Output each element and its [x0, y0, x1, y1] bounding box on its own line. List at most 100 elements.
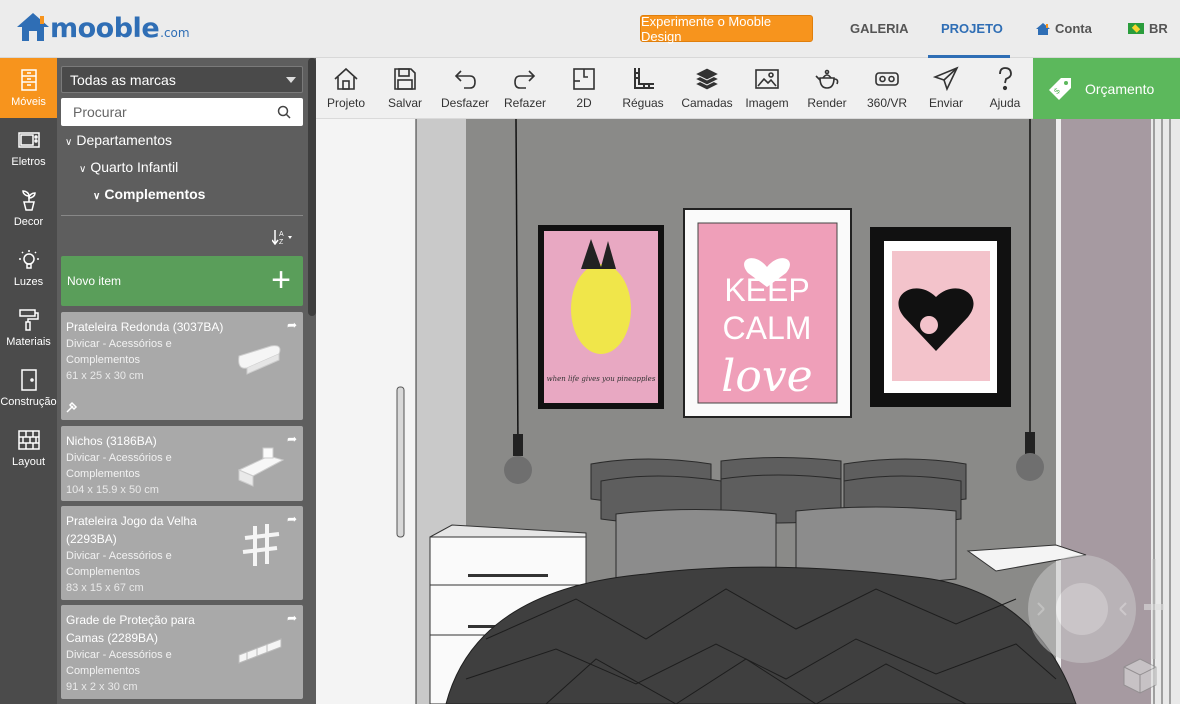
tool-camadas[interactable]: Camadas — [677, 66, 737, 110]
tree-item-quarto-infantil[interactable]: ∨ Quarto Infantil — [79, 159, 178, 175]
tool-label: Camadas — [681, 96, 733, 110]
tool-label: 360/VR — [866, 96, 908, 110]
redo-icon — [514, 70, 536, 89]
tool-label: Ajuda — [989, 96, 1021, 110]
category-decor[interactable]: Decor — [0, 178, 57, 238]
poster-calm: CALM — [723, 310, 812, 346]
try-mooble-design-button[interactable]: Experimente o Mooble Design — [640, 14, 813, 44]
category-label: Materiais — [6, 336, 51, 348]
category-construcao[interactable]: Construção — [0, 358, 57, 418]
tool-salvar[interactable]: Salvar — [375, 66, 435, 110]
nav-galeria[interactable]: GALERIA — [850, 21, 909, 36]
tool-label: Projeto — [326, 96, 366, 110]
nav-conta[interactable]: Conta — [1035, 21, 1092, 36]
camera-joystick[interactable] — [1028, 555, 1136, 663]
tree-item-complementos[interactable]: ∨ Complementos — [93, 186, 205, 202]
language-selector[interactable]: BR — [1128, 21, 1168, 36]
tree-label: Quarto Infantil — [90, 159, 179, 175]
category-label: Construção — [0, 396, 57, 408]
product-dims: 91 x 2 x 30 cm — [66, 681, 138, 693]
tree-label: Complementos — [104, 186, 206, 202]
niches-thumbnail — [237, 447, 285, 487]
sort-az-icon[interactable]: AZ — [271, 229, 296, 248]
main-toolbar: Projeto Salvar Desfazer Refazer 2D Régua… — [316, 58, 1033, 119]
brand-select-value: Todas as marcas — [70, 72, 176, 88]
tool-label: Refazer — [503, 96, 547, 110]
category-label: Decor — [13, 216, 44, 228]
search-placeholder: Procurar — [73, 104, 127, 120]
logo-suffix: .com — [160, 26, 190, 40]
svg-text:Z: Z — [279, 239, 284, 245]
vr-icon — [875, 72, 899, 86]
panel-scrollbar[interactable] — [308, 58, 316, 316]
product-card[interactable]: Prateleira Redonda (3037BA) Divicar - Ac… — [61, 312, 303, 420]
brick-wall-icon — [17, 430, 40, 450]
tree-label: Departamentos — [76, 132, 173, 148]
tool-render[interactable]: Render — [797, 66, 857, 110]
brazil-flag-icon — [1128, 23, 1144, 34]
product-title: Prateleira Jogo da Velha (2293BA) — [66, 514, 197, 546]
tree-item-departamentos[interactable]: ∨ Departamentos — [65, 132, 172, 148]
room-render: when life gives you pineapples KEEP CALM… — [316, 119, 1180, 704]
category-layout[interactable]: Layout — [0, 418, 57, 478]
tic-tac-toe-shelf-thumbnail — [242, 524, 280, 566]
search-icon — [277, 105, 291, 119]
category-moveis[interactable]: Móveis — [0, 58, 57, 118]
view-cube-icon[interactable] — [1123, 658, 1157, 694]
category-materiais[interactable]: Materiais — [0, 298, 57, 358]
tool-imagem[interactable]: Imagem — [737, 66, 797, 110]
paint-roller-icon — [18, 309, 39, 331]
chevron-down-icon: ∨ — [65, 137, 73, 148]
teapot-icon — [815, 69, 839, 89]
house-logo-icon — [17, 13, 49, 41]
tool-desfazer[interactable]: Desfazer — [435, 66, 495, 110]
tool-refazer[interactable]: Refazer — [495, 66, 555, 110]
tool-360vr[interactable]: 360/VR — [857, 66, 917, 110]
product-title: Grade de Proteção para Camas (2289BA) — [66, 613, 195, 645]
tool-reguas[interactable]: Réguas — [613, 66, 673, 110]
product-card[interactable]: Grade de Proteção para Camas (2289BA) Di… — [61, 605, 303, 699]
tool-projeto[interactable]: Projeto — [316, 66, 376, 110]
chevron-down-icon: ∨ — [93, 191, 101, 202]
panel-divider — [61, 215, 303, 216]
tool-ajuda[interactable]: Ajuda — [975, 66, 1035, 110]
microwave-icon — [17, 132, 40, 148]
product-brand: Divicar - Acessórios e Complementos — [66, 550, 172, 578]
category-label: Móveis — [11, 96, 46, 108]
home-icon — [334, 67, 358, 90]
category-luzes[interactable]: Luzes — [0, 238, 57, 298]
brand-select[interactable]: Todas as marcas — [61, 66, 303, 93]
product-card[interactable]: Prateleira Jogo da Velha (2293BA) Divica… — [61, 506, 303, 600]
bed-guard-thumbnail — [238, 638, 282, 664]
tool-label: Enviar — [928, 96, 963, 110]
price-tag-icon: $ — [1049, 77, 1071, 100]
tool-icon — [66, 401, 78, 413]
furniture-icon — [20, 69, 37, 91]
new-item-button[interactable]: Novo item + — [61, 256, 303, 306]
image-icon — [755, 69, 779, 89]
category-eletros[interactable]: Eletros — [0, 118, 57, 178]
tool-label: Desfazer — [440, 96, 490, 110]
nav-projeto[interactable]: PROJETO — [941, 21, 1003, 36]
category-sidebar: Móveis Eletros Decor Luzes Materiais Con… — [0, 58, 57, 704]
3d-viewport[interactable]: when life gives you pineapples KEEP CALM… — [316, 119, 1180, 704]
product-dims: 83 x 15 x 67 cm — [66, 582, 144, 594]
tool-label: Réguas — [622, 96, 664, 110]
tool-2d[interactable]: 2D — [554, 66, 614, 110]
category-label: Layout — [11, 456, 46, 468]
quote-button[interactable]: $ Orçamento — [1033, 58, 1180, 119]
tool-label: Salvar — [387, 96, 422, 110]
tool-label: 2D — [576, 96, 592, 110]
product-title: Nichos (3186BA) — [66, 434, 157, 448]
mooble-logo[interactable]: mooble .com — [16, 12, 190, 42]
tool-enviar[interactable]: Enviar — [916, 66, 976, 110]
quote-label: Orçamento — [1085, 80, 1155, 97]
save-icon — [394, 68, 416, 90]
search-input[interactable]: Procurar — [61, 98, 303, 126]
share-arrow-icon[interactable]: ➦ — [287, 318, 297, 332]
pineapple-caption: when life gives you pineapples — [547, 375, 656, 383]
product-brand: Divicar - Acessórios e Complementos — [66, 338, 172, 366]
product-card[interactable]: Nichos (3186BA) Divicar - Acessórios e C… — [61, 426, 303, 501]
top-header: mooble .com Experimente o Mooble Design … — [0, 0, 1180, 58]
chevron-down-icon: ∨ — [79, 164, 87, 175]
